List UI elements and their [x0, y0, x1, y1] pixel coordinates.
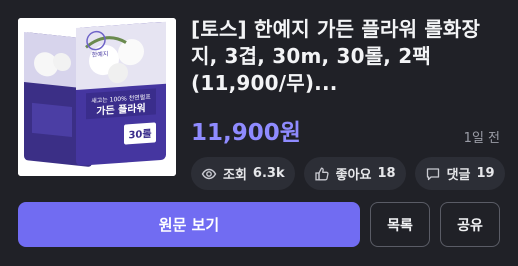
views-count: 6.3k: [252, 166, 285, 181]
svg-text:한예지: 한예지: [92, 50, 109, 59]
list-button[interactable]: 목록: [370, 202, 430, 247]
product-title[interactable]: [토스] 한예지 가든 플라워 롤화장지, 3겹, 30m, 30롤, 2팩(1…: [191, 16, 501, 97]
comments-label: 댓글: [446, 168, 471, 183]
likes-label: 좋아요: [335, 168, 372, 183]
comments-chip[interactable]: 댓글 19: [414, 157, 505, 190]
thumbs-up-icon: [314, 167, 329, 180]
svg-text:30롤: 30롤: [128, 128, 151, 142]
comments-count: 19: [476, 166, 495, 181]
comment-icon: [426, 167, 439, 180]
product-image[interactable]: 새고는 100% 천연펄프 가든 플라워 30롤 한예지: [18, 18, 176, 176]
likes-chip[interactable]: 좋아요 18: [303, 157, 406, 190]
likes-count: 18: [377, 166, 396, 181]
product-photo-illustration: 새고는 100% 천연펄프 가든 플라워 30롤 한예지: [18, 18, 176, 176]
view-original-button[interactable]: 원문 보기: [18, 202, 360, 247]
eye-icon: [201, 168, 217, 179]
posted-time: 1일 전: [463, 131, 500, 146]
product-price: 11,900원: [191, 120, 301, 146]
share-button[interactable]: 공유: [440, 202, 500, 247]
views-label: 조회: [223, 168, 247, 183]
views-chip: 조회 6.3k: [191, 157, 295, 190]
stats-bar: 조회 6.3k 좋아요 18 댓글 19: [191, 157, 505, 190]
